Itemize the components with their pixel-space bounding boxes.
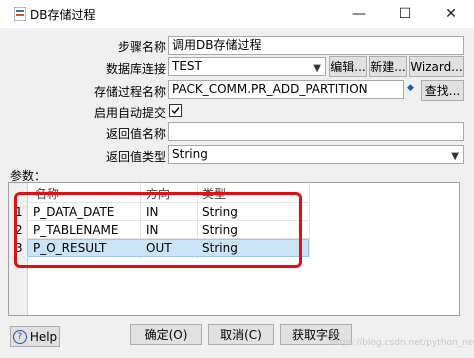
return-type-select[interactable]: String ▼ — [168, 145, 464, 164]
check-icon — [171, 107, 180, 115]
cancel-button[interactable]: 取消(C) — [208, 324, 274, 345]
title-bar: DB存储过程 — ☐ ✕ — [0, 0, 474, 28]
close-button[interactable]: ✕ — [428, 0, 474, 28]
return-type-value: String — [172, 147, 208, 161]
column-header-direction[interactable]: 方向 — [146, 185, 170, 202]
param-type-cell[interactable]: String — [202, 223, 238, 237]
row-number: 3 — [15, 241, 23, 255]
param-name-cell[interactable]: P_O_RESULT — [33, 241, 106, 255]
db-connection-value: TEST — [172, 59, 202, 73]
help-icon: ? — [12, 329, 27, 344]
minimize-button[interactable]: — — [336, 0, 382, 28]
param-direction-cell[interactable]: IN — [146, 223, 159, 237]
autocommit-label: 启用自动提交 — [94, 106, 167, 120]
param-direction-cell[interactable]: OUT — [146, 241, 172, 255]
return-name-input[interactable] — [168, 122, 464, 141]
app-icon — [14, 7, 26, 21]
db-connection-select[interactable]: TEST ▼ — [168, 57, 326, 76]
variable-icon: ◆ — [407, 83, 414, 93]
autocommit-checkbox[interactable] — [169, 104, 182, 117]
param-name-cell[interactable]: P_TABLENAME — [33, 223, 118, 237]
maximize-button[interactable]: ☐ — [382, 0, 428, 28]
param-direction-cell[interactable]: IN — [146, 205, 159, 219]
step-name-input[interactable]: 调用DB存储过程 — [168, 36, 464, 55]
params-table[interactable]: 名称 方向 类型 1 P_DATA_DATE IN String 2 P_TAB… — [8, 182, 460, 316]
wizard-button[interactable]: Wizard... — [409, 56, 464, 77]
new-connection-button[interactable]: 新建... — [369, 56, 407, 77]
help-label: Help — [29, 329, 58, 344]
chevron-down-icon: ▼ — [313, 63, 321, 74]
column-divider — [309, 183, 310, 259]
table-divider — [27, 202, 309, 203]
window-title: DB存储过程 — [30, 8, 96, 22]
column-header-type[interactable]: 类型 — [202, 185, 226, 202]
row-number: 2 — [15, 223, 23, 237]
chevron-down-icon: ▼ — [451, 151, 459, 162]
param-type-cell[interactable]: String — [202, 205, 238, 219]
ok-button[interactable]: 确定(O) — [130, 324, 202, 345]
step-name-label: 步骤名称 — [118, 40, 167, 54]
return-type-label: 返回值类型 — [106, 150, 167, 164]
table-divider — [27, 220, 309, 221]
edit-connection-button[interactable]: 编辑... — [329, 56, 367, 77]
param-name-cell[interactable]: P_DATA_DATE — [33, 205, 114, 219]
column-header-name[interactable]: 名称 — [35, 185, 59, 202]
row-number: 1 — [15, 205, 23, 219]
help-button[interactable]: ? Help — [10, 326, 60, 347]
proc-name-input[interactable]: PACK_COMM.PR_ADD_PARTITION — [168, 80, 404, 99]
return-name-label: 返回值名称 — [106, 127, 167, 141]
find-button[interactable]: 查找... — [421, 80, 464, 101]
proc-name-label: 存储过程名称 — [94, 85, 167, 99]
watermark: https://blog.csdn.net/python_net — [330, 338, 474, 348]
db-connection-label: 数据库连接 — [106, 62, 167, 76]
param-type-cell[interactable]: String — [202, 241, 238, 255]
